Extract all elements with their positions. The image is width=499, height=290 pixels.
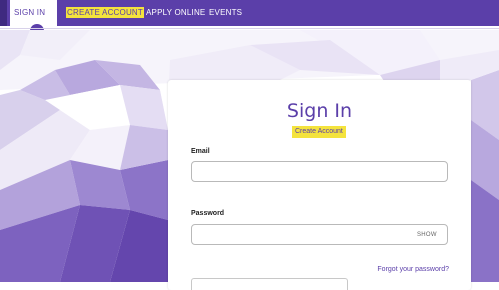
- nav-apply-online-label: APPLY ONLINE: [146, 8, 206, 17]
- forgot-password-link[interactable]: Forgot your password?: [377, 266, 449, 273]
- page-title: Sign In: [286, 100, 353, 122]
- create-account-link[interactable]: Create Account: [292, 126, 346, 138]
- nav-sign-in[interactable]: SIGN IN: [10, 0, 57, 26]
- nav-apply-online[interactable]: APPLY ONLINE: [146, 0, 205, 26]
- nav-create-account[interactable]: CREATE ACCOUNT: [66, 0, 144, 26]
- brand-edge: [0, 0, 7, 26]
- show-password-toggle[interactable]: SHOW: [417, 232, 437, 238]
- top-nav-bar: SIGN IN CREATE ACCOUNT APPLY ONLINE EVEN…: [0, 0, 499, 26]
- email-field[interactable]: [191, 161, 448, 182]
- sign-in-card: Sign In Create Account Email Password SH…: [168, 80, 471, 290]
- nav-sign-in-label: SIGN IN: [14, 8, 46, 17]
- password-field[interactable]: [191, 224, 448, 245]
- nav-create-account-label: CREATE ACCOUNT: [66, 7, 144, 18]
- nav-divider: [0, 28, 499, 29]
- sign-in-submit-button[interactable]: [191, 278, 348, 290]
- password-label: Password: [191, 210, 225, 217]
- email-label: Email: [191, 148, 210, 155]
- nav-events[interactable]: EVENTS: [209, 0, 242, 26]
- nav-events-label: EVENTS: [209, 8, 243, 17]
